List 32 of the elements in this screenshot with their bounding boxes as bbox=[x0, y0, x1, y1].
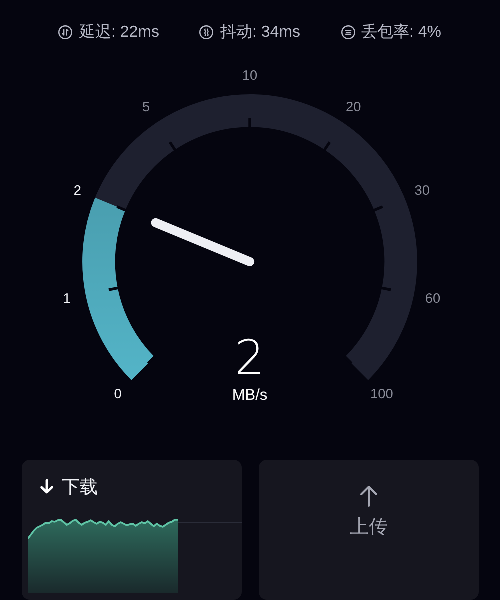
tick-mark bbox=[147, 356, 156, 365]
jitter-icon bbox=[199, 25, 214, 40]
scale-label: 10 bbox=[242, 68, 258, 83]
tick-mark bbox=[373, 206, 384, 212]
card-title: 上传 bbox=[350, 515, 388, 540]
packet-loss-icon bbox=[340, 25, 356, 40]
tick-mark bbox=[323, 142, 332, 152]
tick-mark bbox=[168, 142, 177, 152]
stat-label: 丢包率: 4% bbox=[362, 22, 442, 43]
tick-mark bbox=[108, 286, 120, 292]
scale-label: 5 bbox=[142, 99, 150, 114]
stat-label: 抖动: 34ms bbox=[220, 23, 300, 43]
tick-mark bbox=[380, 286, 392, 292]
latency-icon bbox=[58, 25, 74, 40]
stat-label: 延迟: 22ms bbox=[79, 22, 160, 43]
speed-unit: MB/s bbox=[232, 387, 268, 404]
tick-mark bbox=[248, 118, 252, 128]
tick-mark bbox=[344, 356, 353, 365]
scale-label: 60 bbox=[425, 290, 441, 306]
scale-label: 0 bbox=[114, 386, 122, 402]
scale-label: 100 bbox=[370, 386, 394, 402]
scale-label: 20 bbox=[346, 99, 362, 114]
down-arrow-icon bbox=[40, 479, 54, 495]
speed-reading: 2 bbox=[234, 330, 266, 386]
up-arrow-icon bbox=[359, 484, 379, 508]
download-card[interactable]: 下载 bbox=[22, 460, 242, 600]
tick-mark bbox=[116, 206, 127, 212]
scale-label: 30 bbox=[414, 183, 430, 198]
scale-label: 1 bbox=[63, 290, 71, 306]
scale-label: 2 bbox=[74, 183, 82, 198]
upload-card[interactable]: 上传 bbox=[259, 460, 479, 600]
card-title: 下载 bbox=[62, 476, 98, 499]
